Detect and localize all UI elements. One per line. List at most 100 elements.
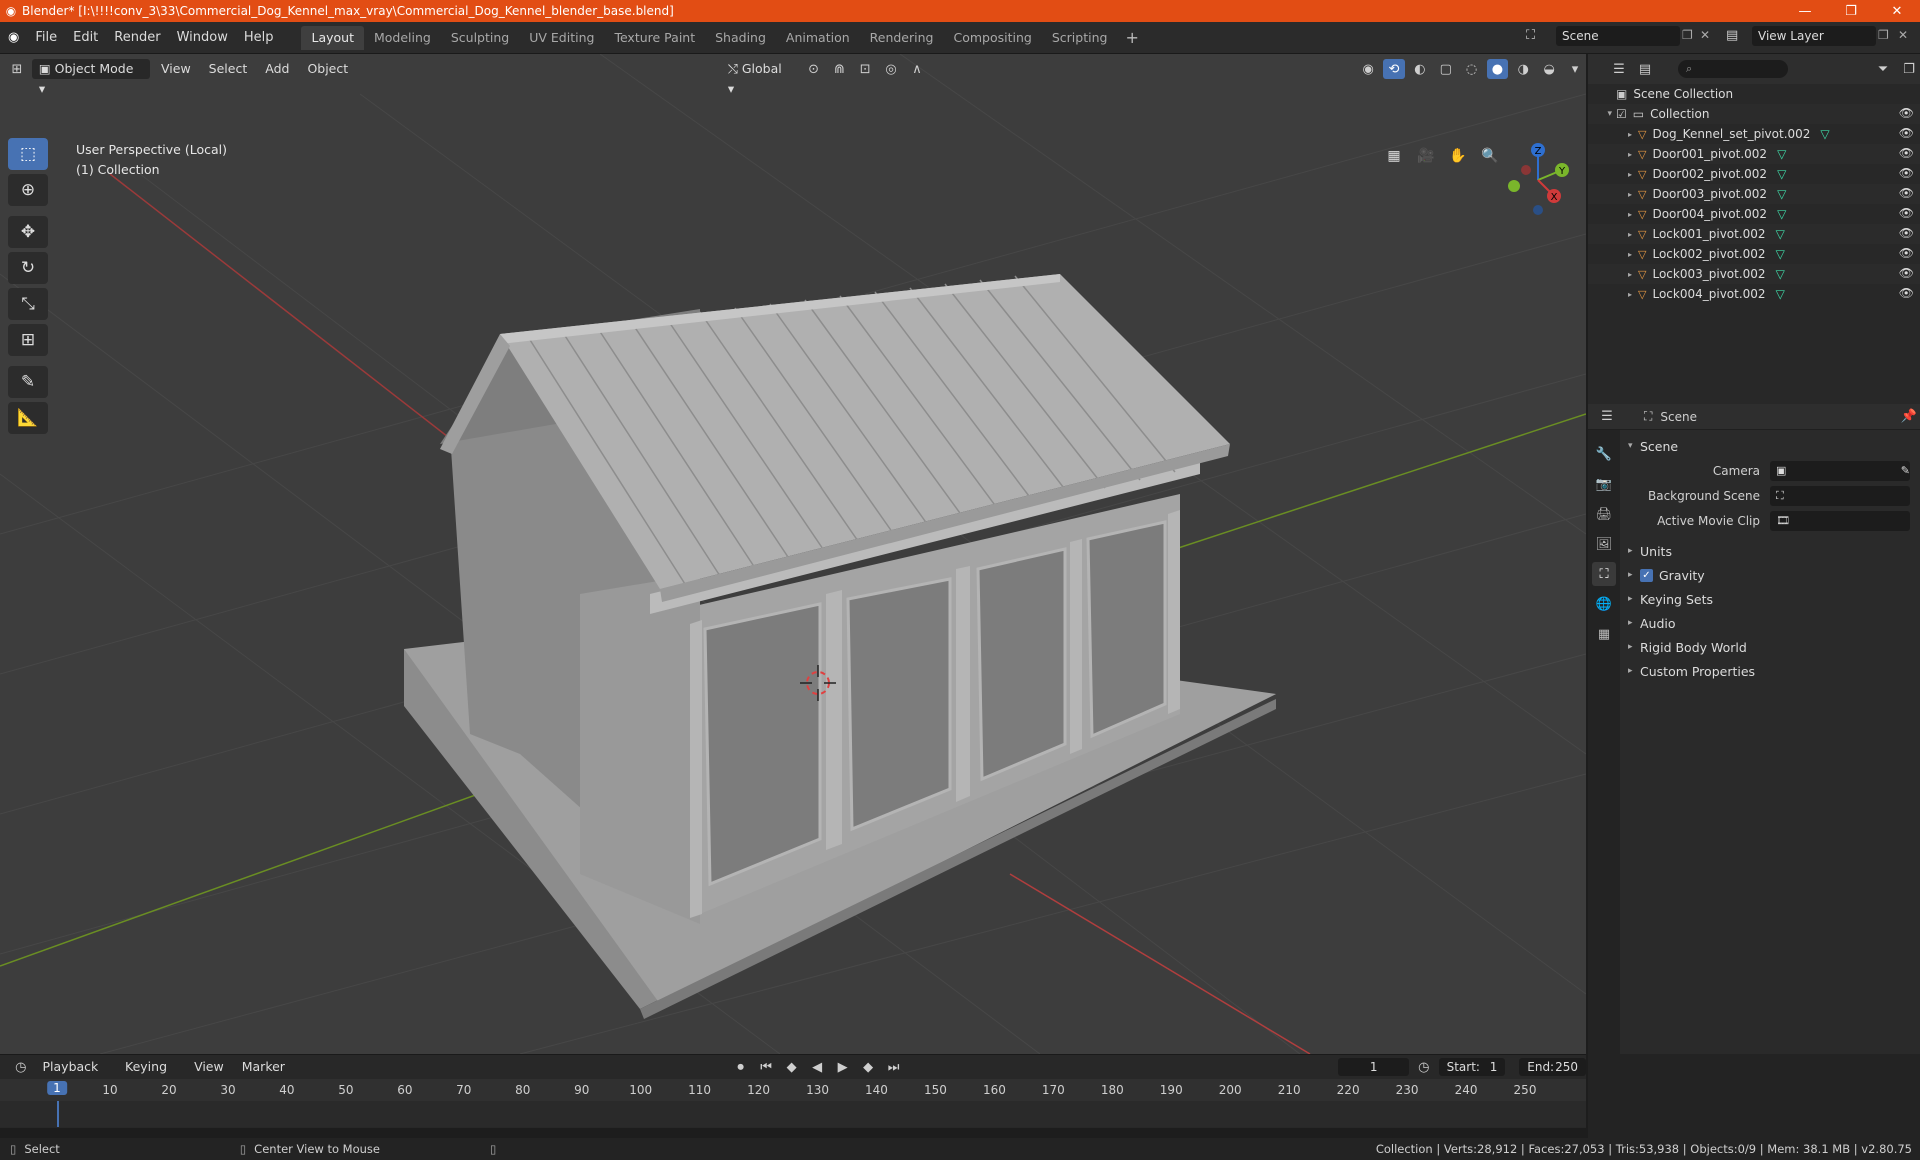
render-tab-icon[interactable]: 📷: [1592, 472, 1616, 496]
timeline-editor-type-icon[interactable]: ◷: [10, 1057, 32, 1077]
scale-tool-icon[interactable]: ⤡: [8, 288, 48, 320]
checkbox-icon[interactable]: ☑: [1616, 107, 1627, 121]
menu-file[interactable]: File: [27, 26, 65, 50]
eye-icon[interactable]: 👁: [1899, 146, 1914, 160]
scene-collection-row[interactable]: ▣ Scene Collection: [1588, 84, 1920, 104]
view-layer-tab-icon[interactable]: 🖼: [1592, 532, 1616, 556]
mesh-data-icon[interactable]: ▽: [1776, 287, 1785, 301]
visibility-icon[interactable]: ◉: [1357, 59, 1379, 79]
annotate-tool-icon[interactable]: ✎: [8, 366, 48, 398]
minimize-button[interactable]: —: [1782, 0, 1828, 22]
view-menu[interactable]: View: [154, 59, 198, 79]
mesh-data-icon[interactable]: ▽: [1777, 187, 1786, 201]
3d-viewport[interactable]: ⊞ ▣ Object Mode ▾ View Select Add Object…: [0, 54, 1586, 1054]
expand-arrow-icon[interactable]: ▸: [1588, 230, 1638, 239]
background-scene-field[interactable]: ⛶: [1770, 485, 1910, 506]
pivot-point-icon[interactable]: ⊙: [803, 59, 825, 79]
snap-target-icon[interactable]: ⊡: [854, 59, 876, 79]
view-layer-icon[interactable]: ▤: [1726, 28, 1738, 43]
expand-arrow-icon[interactable]: ▸: [1588, 150, 1638, 159]
expand-arrow-icon[interactable]: ▸: [1588, 250, 1638, 259]
wireframe-shading-icon[interactable]: ◌: [1461, 59, 1483, 79]
keying-menu[interactable]: Keying ▾: [118, 1057, 183, 1094]
expand-arrow-icon[interactable]: ▸: [1588, 290, 1638, 299]
play-icon[interactable]: ▶: [832, 1057, 854, 1077]
menu-window[interactable]: Window: [169, 26, 236, 50]
marker-menu[interactable]: Marker: [235, 1057, 292, 1077]
falloff-icon[interactable]: ∧: [906, 59, 928, 79]
collection-row[interactable]: ▾ ☑ ▭ Collection 👁: [1588, 104, 1920, 124]
tab-shading[interactable]: Shading: [705, 26, 776, 50]
expand-arrow-icon[interactable]: ▸: [1588, 270, 1638, 279]
tab-rendering[interactable]: Rendering: [860, 26, 944, 50]
tab-animation[interactable]: Animation: [776, 26, 860, 50]
eye-icon[interactable]: 👁: [1899, 246, 1914, 260]
tab-uv-editing[interactable]: UV Editing: [519, 26, 604, 50]
solid-shading-icon[interactable]: ●: [1486, 59, 1509, 79]
outliner-object-row[interactable]: ▸ ▽ Lock002_pivot.002 ▽ 👁: [1588, 244, 1920, 264]
tab-texture-paint[interactable]: Texture Paint: [604, 26, 705, 50]
jump-end-icon[interactable]: ⏭: [883, 1057, 905, 1077]
properties-editor-type-icon[interactable]: ☰: [1596, 407, 1618, 427]
object-mode-dropdown[interactable]: ▣ Object Mode ▾: [31, 59, 150, 96]
tool-tab-icon[interactable]: 🔧: [1592, 442, 1616, 466]
eye-icon[interactable]: 👁: [1899, 226, 1914, 240]
blender-menu-icon[interactable]: ◉: [0, 26, 27, 50]
outliner-object-row[interactable]: ▸ ▽ Door002_pivot.002 ▽ 👁: [1588, 164, 1920, 184]
menu-help[interactable]: Help: [236, 26, 282, 50]
maximize-button[interactable]: ❐: [1828, 0, 1874, 22]
move-tool-icon[interactable]: ✥: [8, 216, 48, 248]
display-mode-icon[interactable]: ▤: [1634, 59, 1656, 79]
view-layer-selector[interactable]: View Layer: [1752, 26, 1876, 46]
material-shading-icon[interactable]: ◑: [1512, 59, 1534, 79]
eye-icon[interactable]: 👁: [1899, 186, 1914, 200]
audio-panel-header[interactable]: ▸ Audio: [1620, 611, 1920, 635]
eye-icon[interactable]: 👁: [1899, 286, 1914, 300]
record-icon[interactable]: ⏺: [730, 1057, 752, 1077]
expand-arrow-icon[interactable]: ▸: [1588, 190, 1638, 199]
eye-icon[interactable]: 👁: [1899, 266, 1914, 280]
mesh-data-icon[interactable]: ▽: [1776, 267, 1785, 281]
scene-icon[interactable]: ⛶: [1526, 28, 1535, 43]
mesh-data-icon[interactable]: ▽: [1777, 167, 1786, 181]
tab-layout[interactable]: Layout: [301, 25, 364, 50]
timeline-ruler[interactable]: 1 10 20 30 40 50 60 70 80 90 100 110 120 130 140 150 160…: [0, 1079, 1586, 1101]
transform-tool-icon[interactable]: ⊞: [8, 324, 48, 356]
collapse-toggle-icon[interactable]: ▾: [1588, 109, 1616, 119]
outliner-object-row[interactable]: ▸ ▽ Lock004_pivot.002 ▽ 👁: [1588, 284, 1920, 304]
mesh-data-icon[interactable]: ▽: [1777, 207, 1786, 221]
playback-menu[interactable]: Playback ▾: [36, 1057, 115, 1094]
close-button[interactable]: ✕: [1874, 0, 1920, 22]
eye-icon[interactable]: 👁: [1899, 206, 1914, 220]
scene-selector[interactable]: Scene: [1556, 26, 1680, 46]
scene-tab-icon[interactable]: ⛶: [1592, 562, 1616, 586]
prev-keyframe-icon[interactable]: ◆: [781, 1057, 803, 1077]
editor-type-icon[interactable]: ⊞: [6, 59, 28, 79]
menu-render[interactable]: Render: [106, 26, 168, 50]
eye-icon[interactable]: 👁: [1899, 166, 1914, 180]
mesh-data-icon[interactable]: ▽: [1777, 147, 1786, 161]
custom-properties-panel-header[interactable]: ▸ Custom Properties: [1620, 659, 1920, 683]
timeline-track[interactable]: [0, 1101, 1586, 1127]
outliner-search-input[interactable]: ⌕: [1678, 60, 1788, 78]
outliner-object-row[interactable]: ▸ ▽ Door001_pivot.002 ▽ 👁: [1588, 144, 1920, 164]
rigid-body-world-panel-header[interactable]: ▸ Rigid Body World: [1620, 635, 1920, 659]
navigation-gizmo[interactable]: Z Y X: [1496, 140, 1584, 220]
new-view-layer-icon[interactable]: ❐: [1878, 28, 1889, 42]
next-keyframe-icon[interactable]: ◆: [857, 1057, 879, 1077]
expand-arrow-icon[interactable]: ▸: [1588, 210, 1638, 219]
measure-tool-icon[interactable]: 📐: [8, 402, 48, 434]
new-collection-icon[interactable]: ❐: [1898, 59, 1920, 79]
perspective-toggle-icon[interactable]: ▦: [1380, 142, 1408, 170]
end-frame-field[interactable]: End: 250: [1519, 1058, 1587, 1076]
tab-modeling[interactable]: Modeling: [364, 26, 441, 50]
tab-scripting[interactable]: Scripting: [1042, 26, 1118, 50]
delete-scene-icon[interactable]: ✕: [1700, 28, 1710, 42]
pan-hand-icon[interactable]: ✋: [1444, 142, 1472, 170]
eye-icon[interactable]: 👁: [1899, 126, 1914, 140]
start-frame-field[interactable]: Start: 1: [1438, 1058, 1506, 1076]
outliner-object-row[interactable]: ▸ ▽ Dog_Kennel_set_pivot.002 ▽ 👁: [1588, 124, 1920, 144]
overlay-toggle-icon[interactable]: ◐: [1409, 59, 1431, 79]
units-panel-header[interactable]: ▸ Units: [1620, 539, 1920, 563]
jump-start-icon[interactable]: ⏮: [755, 1057, 777, 1077]
